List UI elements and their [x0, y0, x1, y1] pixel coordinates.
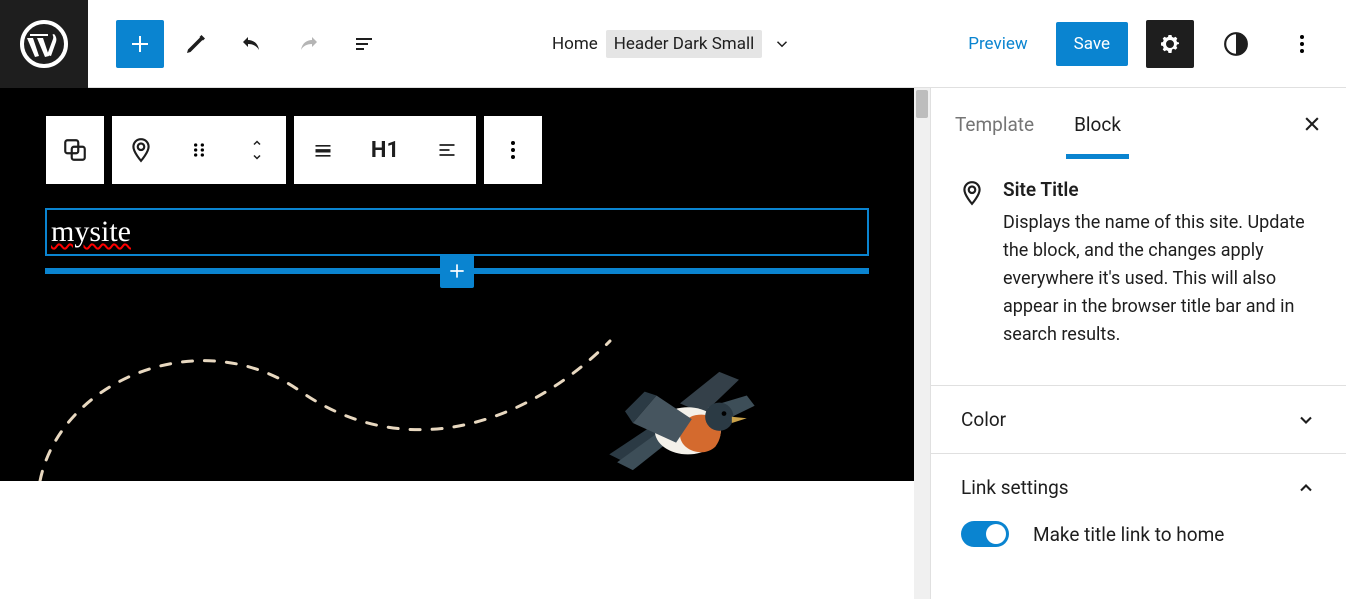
scrollbar-thumb[interactable]: [916, 90, 928, 118]
color-section-toggle[interactable]: Color: [931, 386, 1346, 453]
heading-level-label: H1: [371, 138, 399, 163]
chevron-up-icon: [1296, 478, 1316, 498]
block-description: Displays the name of this site. Update t…: [1003, 209, 1310, 349]
align-button[interactable]: [294, 116, 352, 184]
breadcrumb-current[interactable]: Header Dark Small: [606, 30, 762, 58]
gear-icon: [1158, 32, 1182, 56]
block-inserter-button[interactable]: [440, 254, 474, 288]
tab-block[interactable]: Block: [1074, 91, 1121, 158]
text-align-button[interactable]: [418, 116, 476, 184]
site-title-text[interactable]: mysite: [51, 215, 131, 249]
plus-icon: [447, 261, 467, 281]
wordpress-logo[interactable]: [0, 0, 88, 88]
block-inserter-line[interactable]: [45, 268, 869, 274]
add-block-button[interactable]: [116, 20, 164, 68]
breadcrumb: Home Header Dark Small: [388, 30, 958, 58]
drag-icon: [189, 140, 209, 160]
drag-handle[interactable]: [170, 116, 228, 184]
group-icon: [62, 137, 88, 163]
workspace: H1 mys: [0, 88, 1346, 599]
redo-icon: [296, 32, 320, 56]
save-button[interactable]: Save: [1056, 22, 1128, 66]
block-toolbar-group-format: H1: [294, 116, 476, 184]
topbar-right-tools: Preview Save: [958, 20, 1346, 68]
close-icon: [1302, 114, 1322, 134]
breadcrumb-dropdown[interactable]: [770, 32, 794, 56]
link-settings-section-toggle[interactable]: Link settings: [931, 454, 1346, 521]
align-wide-icon: [310, 140, 336, 160]
block-toolbar-group-block: [112, 116, 286, 184]
breadcrumb-home[interactable]: Home: [552, 34, 598, 54]
undo-icon: [240, 32, 264, 56]
bird-image: [600, 368, 760, 478]
link-to-home-toggle-row: Make title link to home: [931, 521, 1346, 567]
chevron-up-icon: [249, 137, 265, 149]
chevron-down-icon: [1296, 410, 1316, 430]
editor-canvas[interactable]: H1 mys: [0, 88, 914, 481]
pencil-icon: [184, 32, 208, 56]
settings-sidebar: Template Block Site Title Displays the n…: [930, 88, 1346, 599]
link-to-home-toggle[interactable]: [961, 521, 1009, 547]
link-settings-label: Link settings: [961, 476, 1069, 499]
undo-button[interactable]: [228, 20, 276, 68]
toggle-knob: [986, 524, 1006, 544]
sidebar-tabs: Template Block: [931, 88, 1346, 160]
tab-template[interactable]: Template: [955, 91, 1034, 158]
select-parent-block-button[interactable]: [46, 116, 104, 184]
align-left-icon: [434, 140, 460, 160]
close-sidebar-button[interactable]: [1302, 114, 1322, 134]
more-options-button[interactable]: [1278, 20, 1326, 68]
plus-icon: [128, 32, 152, 56]
editor-canvas-wrap: H1 mys: [0, 88, 930, 599]
chevron-down-icon: [773, 35, 791, 53]
preview-button[interactable]: Preview: [958, 22, 1037, 66]
block-toolbar-group-more: [484, 116, 542, 184]
list-view-button[interactable]: [340, 20, 388, 68]
block-toolbar: H1: [46, 116, 542, 184]
contrast-circle-icon: [1223, 31, 1249, 57]
settings-button[interactable]: [1146, 20, 1194, 68]
kebab-icon: [1290, 32, 1314, 56]
wordpress-icon: [20, 20, 68, 68]
pin-icon: [959, 180, 985, 206]
list-view-icon: [352, 32, 376, 56]
site-title-block[interactable]: mysite: [45, 208, 869, 256]
edit-mode-button[interactable]: [172, 20, 220, 68]
move-updown-buttons[interactable]: [228, 116, 286, 184]
topbar-left-tools: [88, 20, 388, 68]
styles-button[interactable]: [1212, 20, 1260, 68]
block-title: Site Title: [1003, 178, 1310, 201]
chevron-down-icon: [249, 151, 265, 163]
redo-button[interactable]: [284, 20, 332, 68]
canvas-scrollbar[interactable]: [914, 88, 930, 599]
block-info-section: Site Title Displays the name of this sit…: [931, 160, 1346, 359]
block-toolbar-group-parent: [46, 116, 104, 184]
block-icon-button[interactable]: [112, 116, 170, 184]
color-section-label: Color: [961, 408, 1006, 431]
kebab-icon: [501, 138, 525, 162]
block-more-options-button[interactable]: [484, 116, 542, 184]
link-to-home-toggle-label: Make title link to home: [1033, 523, 1224, 546]
topbar: Home Header Dark Small Preview Save: [0, 0, 1346, 88]
heading-level-button[interactable]: H1: [352, 116, 418, 184]
pin-icon: [128, 137, 154, 163]
